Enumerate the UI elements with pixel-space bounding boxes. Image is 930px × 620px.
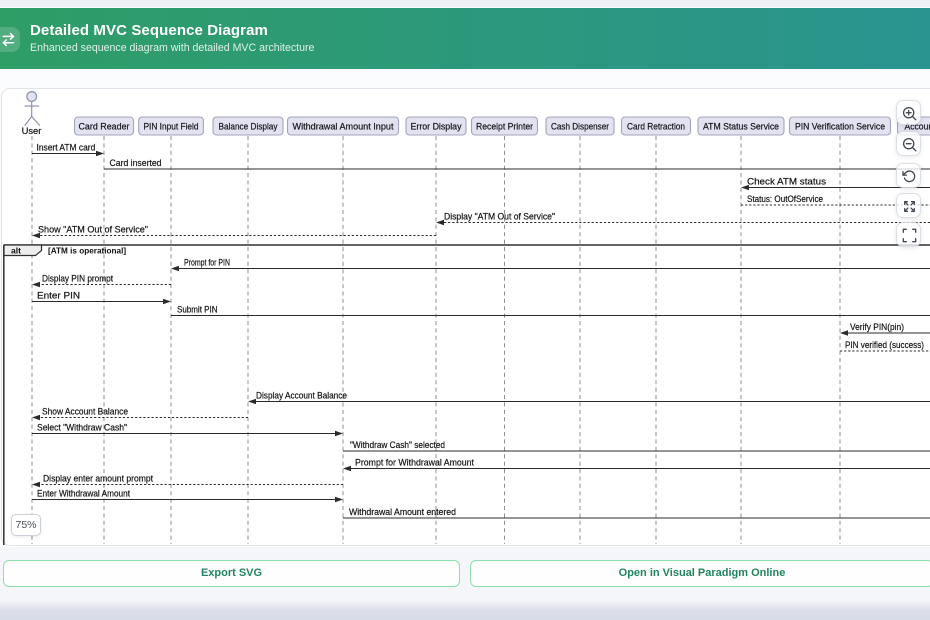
svg-text:Cash Dispenser: Cash Dispenser bbox=[551, 122, 609, 132]
svg-text:Prompt for Withdrawal Amount: Prompt for Withdrawal Amount bbox=[355, 457, 474, 467]
svg-text:PIN verified (success): PIN verified (success) bbox=[845, 340, 924, 350]
svg-text:Display enter amount prompt: Display enter amount prompt bbox=[43, 473, 153, 483]
svg-text:Balance Display: Balance Display bbox=[219, 122, 278, 132]
svg-text:ATM Status Service: ATM Status Service bbox=[703, 122, 779, 132]
svg-text:User: User bbox=[22, 125, 42, 136]
svg-text:Withdrawal Amount entered: Withdrawal Amount entered bbox=[349, 507, 456, 517]
svg-text:Display Account Balance: Display Account Balance bbox=[256, 390, 347, 400]
svg-text:PIN Input Field: PIN Input Field bbox=[144, 122, 199, 132]
svg-text:Display PIN prompt: Display PIN prompt bbox=[42, 273, 113, 283]
svg-text:"Withdraw Cash" selected: "Withdraw Cash" selected bbox=[350, 440, 445, 450]
svg-text:Submit PIN: Submit PIN bbox=[177, 304, 218, 314]
svg-text:Check ATM status: Check ATM status bbox=[747, 176, 827, 186]
svg-text:Receipt Printer: Receipt Printer bbox=[476, 122, 533, 132]
svg-text:PIN Verification Service: PIN Verification Service bbox=[795, 122, 885, 132]
svg-text:Select "Withdraw Cash": Select "Withdraw Cash" bbox=[37, 422, 127, 432]
svg-text:Withdrawal Amount Input: Withdrawal Amount Input bbox=[293, 122, 394, 132]
svg-text:Enter PIN: Enter PIN bbox=[37, 290, 80, 300]
svg-text:Status: OutOfService: Status: OutOfService bbox=[747, 194, 823, 204]
svg-text:Card inserted: Card inserted bbox=[110, 158, 162, 168]
svg-text:Show "ATM Out of Service": Show "ATM Out of Service" bbox=[38, 224, 148, 234]
svg-text:Insert ATM card: Insert ATM card bbox=[37, 142, 96, 152]
svg-text:Display "ATM Out of Service": Display "ATM Out of Service" bbox=[444, 211, 555, 221]
svg-text:alt: alt bbox=[11, 245, 21, 255]
svg-text:Verify PIN(pin): Verify PIN(pin) bbox=[850, 322, 904, 332]
svg-text:Prompt for PIN: Prompt for PIN bbox=[184, 257, 230, 267]
svg-text:Card Reader: Card Reader bbox=[79, 122, 130, 132]
svg-text:Card Retraction: Card Retraction bbox=[627, 122, 685, 132]
svg-text:Enter Withdrawal Amount: Enter Withdrawal Amount bbox=[37, 488, 130, 498]
svg-text:[ATM is operational]: [ATM is operational] bbox=[48, 246, 126, 255]
svg-text:Show Account Balance: Show Account Balance bbox=[42, 406, 128, 416]
svg-text:Error Display: Error Display bbox=[411, 122, 462, 132]
